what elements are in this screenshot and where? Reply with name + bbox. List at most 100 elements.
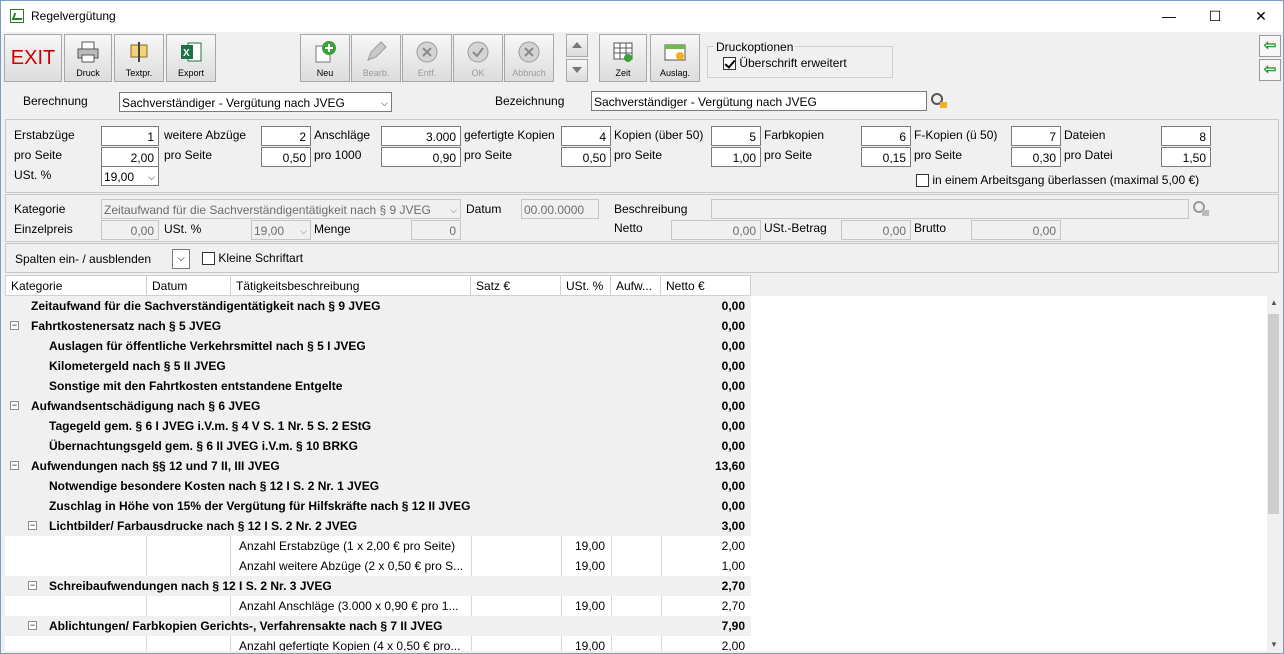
move-down-button[interactable] xyxy=(566,59,588,82)
date-label: Datum xyxy=(466,202,502,216)
row-vat: 19,00 xyxy=(574,559,605,573)
table-row[interactable]: Anzahl Erstabzüge (1 x 2,00 € pro Seite)… xyxy=(5,536,751,556)
table-row[interactable]: Anzahl Anschläge (3.000 x 0,90 € pro 1..… xyxy=(5,596,751,616)
time-button[interactable]: Zeit xyxy=(599,34,647,82)
table-row[interactable]: − Fahrtkostenersatz nach § 5 JVEG 0,00 xyxy=(5,316,751,336)
textpr-button[interactable]: Textpr. xyxy=(114,34,164,82)
single-operation-checkbox[interactable] xyxy=(916,174,929,188)
scroll-down-icon[interactable]: ▼ xyxy=(1270,640,1278,649)
copies-input[interactable]: 4 xyxy=(561,126,611,146)
table-row[interactable]: Kilometergeld nach § 5 II JVEG 0,00 xyxy=(5,356,751,376)
collapse-toggle-icon[interactable]: − xyxy=(28,581,37,590)
header-rate[interactable]: Satz € xyxy=(471,275,561,296)
exit-button[interactable]: EXIT xyxy=(4,34,62,82)
gross-input[interactable]: 0,00 xyxy=(971,220,1061,240)
header-datum[interactable]: Datum xyxy=(147,275,231,296)
table-row[interactable]: Sonstige mit den Fahrtkosten entstandene… xyxy=(5,376,751,396)
table-row[interactable]: Übernachtungsgeld gem. § 6 II JVEG i.V.m… xyxy=(5,436,751,456)
collapse-toggle-icon[interactable]: − xyxy=(28,521,37,530)
minimize-button[interactable]: — xyxy=(1146,1,1192,32)
date-input[interactable]: 00.00.0000 xyxy=(521,199,599,219)
scrollbar-thumb[interactable] xyxy=(1268,314,1279,514)
ok-button[interactable]: OK xyxy=(453,34,503,82)
header-expense[interactable]: Aufw... xyxy=(611,275,661,296)
edit-button[interactable]: Bearb. xyxy=(351,34,401,82)
row-category: Aufwendungen nach §§ 12 und 7 II, III JV… xyxy=(31,459,280,473)
table-row[interactable]: − Aufwandsentschädigung nach § 6 JVEG 0,00 xyxy=(5,396,751,416)
table-row[interactable]: − Ablichtungen/ Farbkopien Gerichts-, Ver… xyxy=(5,616,751,636)
further-per-page-input[interactable]: 0,50 xyxy=(261,147,311,167)
export-button[interactable]: X Export xyxy=(166,34,216,82)
color-per-page-input[interactable]: 0,15 xyxy=(861,147,911,167)
row-category: Tagegeld gem. § 6 I JVEG i.V.m. § 4 V S.… xyxy=(49,419,372,433)
category-select[interactable]: Zeitaufwand für die Sachverständigentäti… xyxy=(101,199,461,219)
calculation-select[interactable]: Sachverständiger - Vergütung nach JVEG ⌵ xyxy=(119,92,392,112)
columns-dropdown-button[interactable]: ⌵ xyxy=(172,249,190,269)
header-vat[interactable]: USt. % xyxy=(561,275,611,296)
description-input[interactable] xyxy=(711,199,1189,219)
lookup-icon-disabled[interactable] xyxy=(1191,199,1211,219)
new-button[interactable]: Neu xyxy=(300,34,350,82)
expenses-button[interactable]: Auslag. xyxy=(650,34,700,82)
first-per-page-input[interactable]: 2,00 xyxy=(101,147,159,167)
print-button[interactable]: Druck xyxy=(64,34,112,82)
first-prints-input[interactable]: 1 xyxy=(101,126,159,146)
scroll-up-icon[interactable]: ▲ xyxy=(1270,298,1278,307)
lookup-icon[interactable] xyxy=(929,91,949,111)
move-up-button[interactable] xyxy=(566,34,588,57)
small-font-checkbox[interactable] xyxy=(202,252,215,266)
further-prints-input[interactable]: 2 xyxy=(261,126,311,146)
small-font-label: Kleine Schriftart xyxy=(218,251,304,265)
collapse-toggle-icon[interactable]: − xyxy=(10,321,19,330)
table-row[interactable]: − Schreibaufwendungen nach § 12 I S. 2 Nr… xyxy=(5,576,751,596)
table-row[interactable]: Tagegeld gem. § 6 I JVEG i.V.m. § 4 V S.… xyxy=(5,416,751,436)
row-net: 7,90 xyxy=(721,619,745,633)
check-icon xyxy=(467,41,489,63)
panel-left-arrow-icon-2[interactable]: ⇦ xyxy=(1259,59,1281,81)
copies-over-50-per-page-input[interactable]: 1,00 xyxy=(711,147,761,167)
files-input[interactable]: 8 xyxy=(1161,126,1211,146)
edit-label: Bearb. xyxy=(362,68,390,78)
per-file-input[interactable]: 1,50 xyxy=(1161,147,1211,167)
table-row[interactable]: Anzahl weitere Abzüge (2 x 0,50 € pro S.… xyxy=(5,556,751,576)
vat-select[interactable]: 19,00 ⌵ xyxy=(101,166,159,186)
table-row[interactable]: − Aufwendungen nach §§ 12 und 7 II, III J… xyxy=(5,456,751,476)
per-1000-input[interactable]: 0,90 xyxy=(381,147,461,167)
delete-button[interactable]: Entf. xyxy=(402,34,452,82)
collapse-toggle-icon[interactable]: − xyxy=(10,401,19,410)
table-row[interactable]: Zeitaufwand für die Sachverständigentäti… xyxy=(5,296,751,316)
single-operation-option[interactable]: in einem Arbeitsgang überlassen (maximal… xyxy=(916,173,1199,188)
table-row[interactable]: Zuschlag in Höhe von 15% der Vergütung f… xyxy=(5,496,751,516)
collapse-toggle-icon[interactable]: − xyxy=(10,461,19,470)
close-button[interactable]: ✕ xyxy=(1238,1,1283,32)
vat-select-disabled[interactable]: 19,00 ⌵ xyxy=(251,220,311,240)
collapse-toggle-icon[interactable]: − xyxy=(28,621,37,630)
keystrokes-input[interactable]: 3.000 xyxy=(381,126,461,146)
row-net: 0,00 xyxy=(721,359,745,373)
color-copies-input[interactable]: 6 xyxy=(861,126,911,146)
header-net[interactable]: Netto € xyxy=(661,275,751,296)
table-row[interactable]: Auslagen für öffentliche Verkehrsmittel … xyxy=(5,336,751,356)
panel-left-arrow-icon[interactable]: ⇦ xyxy=(1259,35,1281,57)
color-over-50-per-page-input[interactable]: 0,30 xyxy=(1011,147,1061,167)
designation-input[interactable]: Sachverständiger - Vergütung nach JVEG xyxy=(591,91,927,111)
table-row[interactable]: − Lichtbilder/ Farbausdrucke nach § 12 I … xyxy=(5,516,751,536)
vat-amount-input[interactable]: 0,00 xyxy=(841,220,911,240)
vertical-scrollbar[interactable]: ▲ ▼ xyxy=(1267,296,1279,651)
unit-price-input[interactable]: 0,00 xyxy=(101,220,159,240)
table-row[interactable]: Anzahl gefertigte Kopien (4 x 0,50 € pro… xyxy=(5,636,751,651)
color-copies-over-50-input[interactable]: 7 xyxy=(1011,126,1061,146)
cancel-button[interactable]: Abbruch xyxy=(504,34,554,82)
print-options-title: Druckoptionen xyxy=(714,40,796,54)
copies-per-page-input[interactable]: 0,50 xyxy=(561,147,611,167)
quantity-input[interactable]: 0 xyxy=(411,220,461,240)
table-row[interactable]: Notwendige besondere Kosten nach § 12 I … xyxy=(5,476,751,496)
header-description[interactable]: Tätigkeitsbeschreibung xyxy=(231,275,471,296)
extended-header-checkbox[interactable] xyxy=(723,57,736,71)
copies-over-50-input[interactable]: 5 xyxy=(711,126,761,146)
extended-header-option[interactable]: Überschrift erweitert xyxy=(723,56,847,71)
maximize-button[interactable]: ☐ xyxy=(1192,1,1238,32)
small-font-option[interactable]: Kleine Schriftart xyxy=(202,251,304,266)
net-input[interactable]: 0,00 xyxy=(671,220,761,240)
header-kategorie[interactable]: Kategorie xyxy=(5,275,147,296)
